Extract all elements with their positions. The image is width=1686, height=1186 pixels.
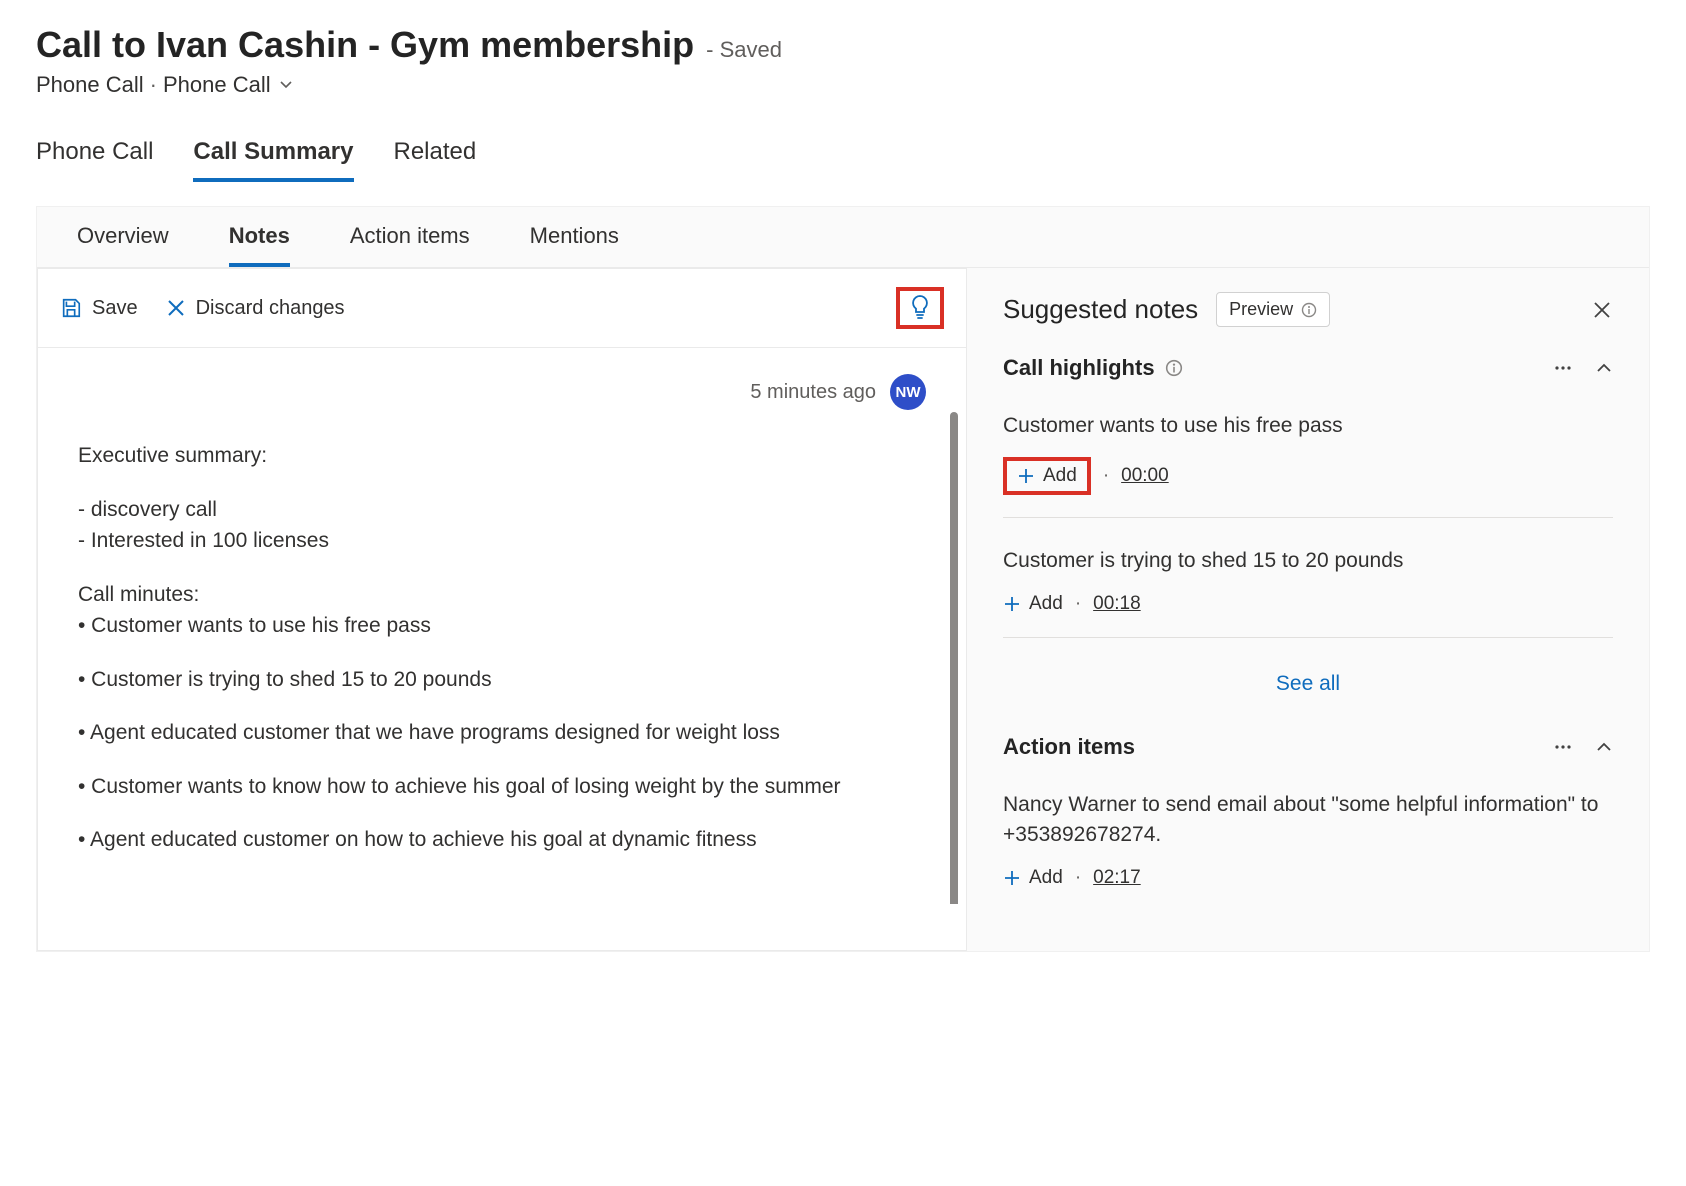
close-pane-button[interactable]: [1591, 299, 1613, 321]
subtab-mentions[interactable]: Mentions: [530, 223, 619, 267]
tab-phone-call[interactable]: Phone Call: [36, 138, 153, 182]
action-items-title: Action items: [1003, 734, 1135, 760]
highlight-text: Customer wants to use his free pass: [1003, 411, 1613, 441]
note-summary-line: - discovery call: [78, 494, 886, 526]
collapse-chevron-icon[interactable]: [1595, 359, 1613, 377]
close-icon: [166, 298, 186, 318]
scrollbar[interactable]: [950, 412, 958, 904]
page-title: Call to Ivan Cashin - Gym membership: [36, 24, 694, 66]
suggested-notes-title: Suggested notes: [1003, 294, 1198, 325]
separator-dot: ·: [150, 72, 157, 98]
collapse-chevron-icon[interactable]: [1595, 738, 1613, 756]
action-item: Nancy Warner to send email about "some h…: [1003, 778, 1613, 911]
suggested-notes-pane: Suggested notes Preview Call highlights: [967, 268, 1649, 951]
see-all-link[interactable]: See all: [1003, 654, 1613, 724]
lightbulb-icon: [908, 293, 932, 323]
highlight-item: Customer is trying to shed 15 to 20 poun…: [1003, 534, 1613, 637]
note-summary-heading: Executive summary:: [78, 440, 886, 472]
action-items-header: Action items: [1003, 734, 1613, 760]
plus-icon: [1003, 595, 1021, 613]
add-action-item-button[interactable]: Add: [1003, 867, 1063, 889]
save-button[interactable]: Save: [60, 297, 138, 320]
avatar: NW: [890, 374, 926, 410]
note-minute-line: • Customer wants to use his free pass: [78, 610, 886, 642]
preview-label: Preview: [1229, 299, 1293, 320]
chevron-down-icon: [279, 78, 293, 92]
highlight-item: Customer wants to use his free pass Add …: [1003, 399, 1613, 518]
save-label: Save: [92, 297, 138, 320]
action-item-text: Nancy Warner to send email about "some h…: [1003, 790, 1613, 851]
tab-related[interactable]: Related: [394, 138, 477, 182]
add-label: Add: [1029, 867, 1063, 889]
entity-type: Phone Call: [36, 72, 144, 98]
highlight-text: Customer is trying to shed 15 to 20 poun…: [1003, 546, 1613, 576]
subtab-notes[interactable]: Notes: [229, 223, 290, 267]
form-selector-label: Phone Call: [163, 72, 271, 98]
note-content[interactable]: Executive summary: - discovery call - In…: [78, 440, 926, 856]
action-item-timestamp-link[interactable]: 02:17: [1093, 867, 1141, 889]
content-area: Overview Notes Action items Mentions Sav…: [36, 206, 1650, 952]
subtab-action-items[interactable]: Action items: [350, 223, 470, 267]
separator-dot: ·: [1075, 593, 1081, 615]
more-options-button[interactable]: [1553, 737, 1573, 757]
plus-icon: [1003, 869, 1021, 887]
add-highlight-button[interactable]: Add: [1003, 457, 1091, 495]
notes-toolbar: Save Discard changes: [38, 269, 966, 348]
note-minute-line: • Agent educated customer that we have p…: [78, 717, 886, 749]
add-label: Add: [1029, 593, 1063, 615]
suggestions-toggle-button[interactable]: [896, 287, 944, 329]
page-header: Call to Ivan Cashin - Gym membership - S…: [0, 0, 1686, 110]
separator-dot: ·: [1103, 465, 1109, 487]
notes-pane: Save Discard changes 5 minutes ago: [37, 268, 967, 951]
note-summary-line: - Interested in 100 licenses: [78, 525, 886, 557]
add-highlight-button[interactable]: Add: [1003, 593, 1063, 615]
info-icon: [1301, 302, 1317, 318]
main-tabs: Phone Call Call Summary Related: [0, 110, 1686, 182]
subtab-overview[interactable]: Overview: [77, 223, 169, 267]
note-minutes-heading: Call minutes:: [78, 579, 886, 611]
saved-status: - Saved: [706, 37, 782, 63]
preview-badge[interactable]: Preview: [1216, 292, 1330, 327]
discard-button[interactable]: Discard changes: [166, 297, 345, 320]
save-icon: [60, 297, 82, 319]
note-minute-line: • Agent educated customer on how to achi…: [78, 824, 886, 856]
highlight-timestamp-link[interactable]: 00:18: [1093, 593, 1141, 615]
call-highlights-header: Call highlights: [1003, 355, 1613, 381]
sub-tabs: Overview Notes Action items Mentions: [77, 223, 1609, 267]
record-subtitle: Phone Call · Phone Call: [36, 72, 1650, 98]
note-minute-line: • Customer wants to know how to achieve …: [78, 771, 886, 803]
highlight-timestamp-link[interactable]: 00:00: [1121, 465, 1169, 487]
form-selector[interactable]: Phone Call: [163, 72, 293, 98]
plus-icon: [1017, 467, 1035, 485]
discard-label: Discard changes: [196, 297, 345, 320]
add-label: Add: [1043, 465, 1077, 487]
separator-dot: ·: [1075, 867, 1081, 889]
tab-call-summary[interactable]: Call Summary: [193, 138, 353, 182]
info-icon[interactable]: [1165, 359, 1183, 377]
notes-body: 5 minutes ago NW Executive summary: - di…: [38, 348, 966, 904]
note-minute-line: • Customer is trying to shed 15 to 20 po…: [78, 664, 886, 696]
call-highlights-title: Call highlights: [1003, 355, 1155, 381]
note-timestamp: 5 minutes ago: [750, 381, 876, 404]
more-options-button[interactable]: [1553, 358, 1573, 378]
